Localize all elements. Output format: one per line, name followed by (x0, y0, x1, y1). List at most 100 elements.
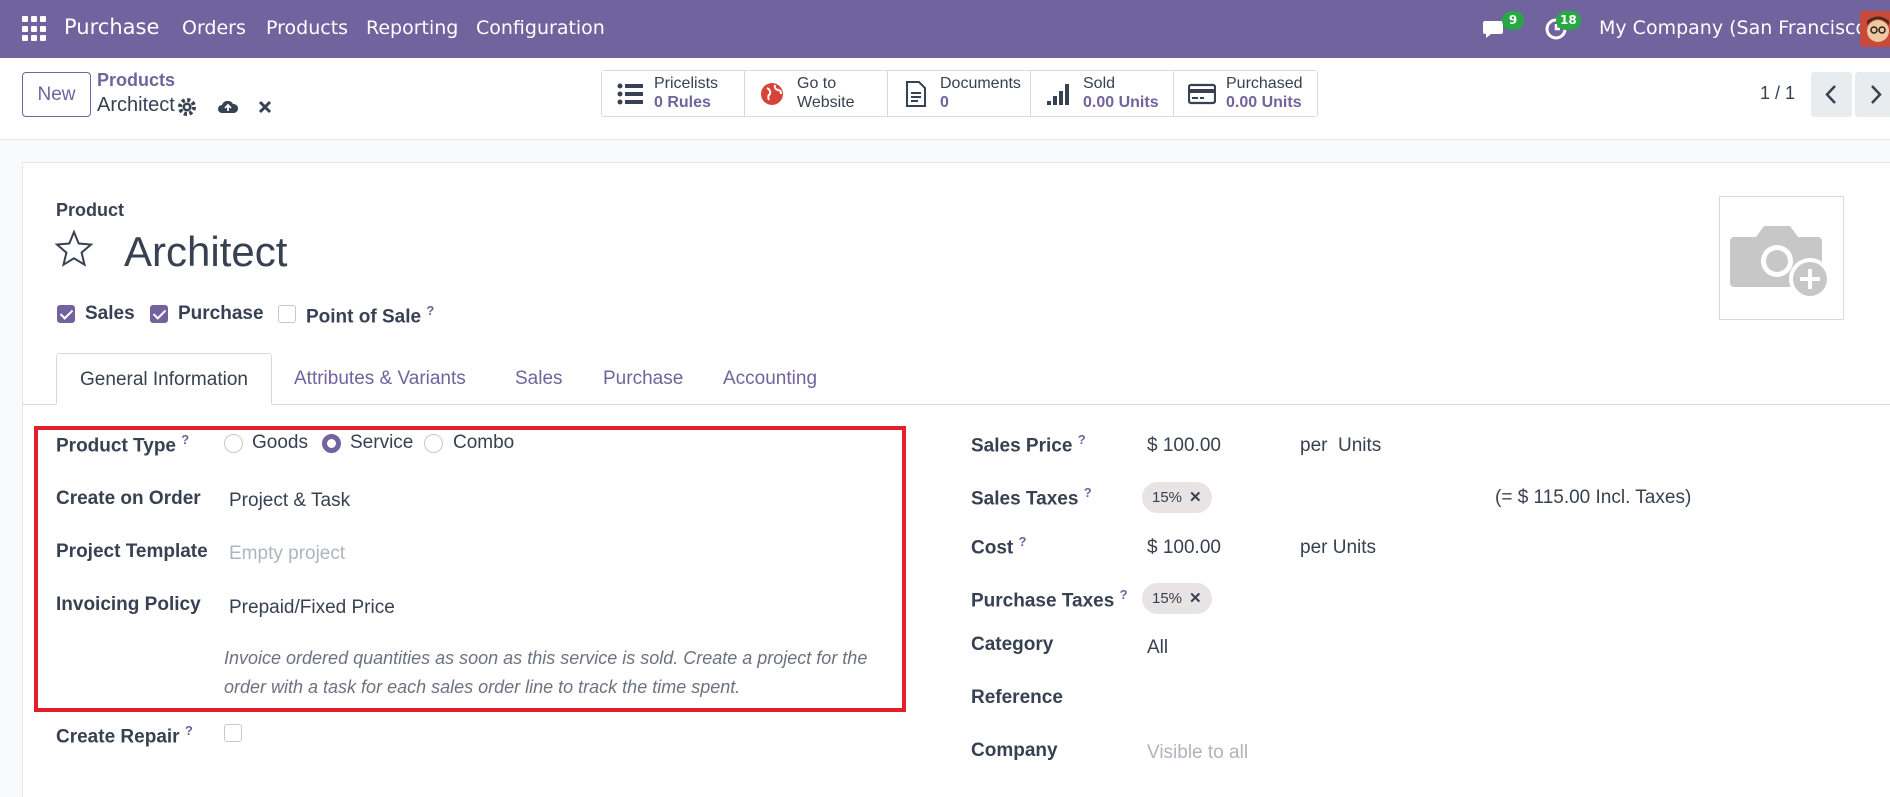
create-repair-checkbox[interactable] (224, 724, 242, 742)
product-type-goods-label: Goods (252, 432, 308, 453)
website-label: Go to (797, 75, 837, 92)
can-be-sold-label: Sales (85, 303, 135, 324)
invoicing-policy-label: Invoicing Policy (56, 594, 201, 615)
pager-previous-button[interactable] (1811, 72, 1852, 117)
purchase-taxes-label: Purchase Taxes ? (971, 587, 1128, 612)
menu-products[interactable]: Products (266, 17, 348, 39)
gear-icon[interactable] (176, 96, 198, 118)
reference-input[interactable] (1147, 689, 1447, 711)
point-of-sale-label: Point of Sale ? (306, 303, 435, 328)
tab-accounting[interactable]: Accounting (723, 368, 817, 390)
help-icon[interactable]: ? (185, 723, 193, 738)
reference-label: Reference (971, 687, 1063, 708)
sold-button[interactable]: Sold 0.00 Units (1031, 71, 1174, 116)
sales-price-label: Sales Price ? (971, 432, 1086, 457)
company-label: Company (971, 740, 1058, 761)
tab-purchase[interactable]: Purchase (603, 368, 683, 390)
help-icon[interactable]: ? (1078, 432, 1086, 447)
app-name[interactable]: Purchase (64, 15, 159, 39)
sales-taxes-incl-label: (= $ 115.00 Incl. Taxes) (1495, 487, 1692, 508)
company-switcher[interactable]: My Company (San Francisco) (1599, 17, 1874, 39)
product-type-service-label: Service (350, 432, 414, 453)
go-to-website-button[interactable]: Go to Website (745, 71, 888, 116)
product-heading-label: Product (56, 200, 125, 220)
product-image-upload[interactable] (1719, 196, 1844, 320)
create-on-order-select[interactable]: Project & Task (229, 490, 350, 512)
product-type-label: Product Type ? (56, 432, 190, 457)
sales-tax-tag[interactable]: 15% ✕ (1142, 482, 1212, 513)
top-navbar: Purchase Orders Products Reporting Confi… (0, 0, 1890, 58)
chevron-left-icon (1825, 85, 1836, 104)
product-type-service-radio[interactable] (322, 434, 341, 453)
document-icon (906, 81, 926, 107)
invoicing-policy-note: Invoice ordered quantities as soon as th… (224, 648, 868, 697)
help-icon[interactable]: ? (1120, 587, 1128, 602)
pager-value[interactable]: 1 / 1 (1760, 83, 1795, 104)
user-avatar[interactable] (1860, 11, 1890, 47)
point-of-sale-checkbox[interactable] (278, 305, 296, 323)
project-template-label: Project Template (56, 541, 208, 562)
smart-buttons: Pricelists 0 Rules Go to Website Documen… (601, 70, 1318, 117)
menu-reporting[interactable]: Reporting (366, 17, 458, 39)
tab-attributes-variants[interactable]: Attributes & Variants (294, 368, 466, 390)
chevron-right-icon (1871, 85, 1882, 104)
new-button[interactable]: New (22, 72, 91, 117)
can-be-purchased-checkbox[interactable] (150, 305, 168, 323)
discard-icon[interactable] (254, 96, 276, 118)
purchase-tax-tag[interactable]: 15% ✕ (1142, 583, 1212, 614)
website-label-2: Website (797, 94, 855, 111)
documents-button[interactable]: Documents 0 (888, 71, 1031, 116)
pricelists-button[interactable]: Pricelists 0 Rules (602, 71, 745, 116)
can-be-purchased-label: Purchase (178, 303, 264, 324)
product-name-field[interactable]: Architect (124, 228, 287, 276)
credit-card-icon (1188, 83, 1216, 105)
sales-taxes-label: Sales Taxes ? (971, 485, 1092, 510)
purchased-value: 0.00 Units (1226, 94, 1302, 111)
tab-general-information[interactable]: General Information (56, 353, 272, 405)
help-icon[interactable]: ? (1084, 485, 1092, 500)
pricelists-label: Pricelists (654, 75, 719, 92)
cloud-upload-icon[interactable] (217, 96, 239, 118)
create-repair-label: Create Repair ? (56, 723, 193, 748)
project-template-input[interactable]: Empty project (229, 543, 345, 565)
product-type-combo-radio[interactable] (424, 434, 443, 453)
purchased-button[interactable]: Purchased 0.00 Units (1174, 71, 1317, 116)
globe-icon (761, 83, 783, 105)
sold-value: 0.00 Units (1083, 94, 1159, 111)
category-label: Category (971, 634, 1054, 655)
favorite-star-icon[interactable] (54, 229, 94, 269)
can-be-sold-checkbox[interactable] (57, 305, 75, 323)
camera-add-icon (1730, 226, 1831, 300)
breadcrumb-products[interactable]: Products (97, 70, 175, 91)
breadcrumb-current: Architect (97, 94, 175, 116)
documents-count: 0 (940, 94, 949, 111)
product-type-goods-radio[interactable] (224, 434, 243, 453)
pricelists-count: 0 Rules (654, 94, 711, 111)
help-icon[interactable]: ? (426, 303, 434, 318)
tab-sales[interactable]: Sales (515, 368, 563, 390)
category-select[interactable]: All (1147, 637, 1168, 659)
company-select[interactable]: Visible to all (1147, 742, 1248, 764)
tabs-divider (22, 404, 1890, 405)
documents-label: Documents (940, 75, 1021, 92)
cost-unit: per Units (1300, 537, 1377, 558)
purchased-label: Purchased (1226, 75, 1303, 92)
sales-price-input[interactable]: $ 100.00 (1147, 435, 1221, 457)
pager-next-button[interactable] (1855, 72, 1890, 117)
remove-tag-icon[interactable]: ✕ (1189, 590, 1202, 607)
cost-label: Cost ? (971, 534, 1027, 559)
product-type-combo-label: Combo (453, 432, 515, 453)
app-grid-icon[interactable] (22, 16, 48, 42)
activities-badge: 18 (1556, 11, 1581, 30)
create-on-order-label: Create on Order (56, 488, 201, 509)
menu-configuration[interactable]: Configuration (476, 17, 605, 39)
sold-label: Sold (1083, 75, 1116, 92)
invoicing-policy-select[interactable]: Prepaid/Fixed Price (229, 597, 395, 619)
control-panel: New Products Architect Pricelists 0 Rule… (0, 58, 1890, 140)
remove-tag-icon[interactable]: ✕ (1189, 489, 1202, 506)
menu-orders[interactable]: Orders (182, 17, 246, 39)
help-icon[interactable]: ? (1019, 534, 1027, 549)
help-icon[interactable]: ? (181, 432, 189, 447)
cost-input[interactable]: $ 100.00 (1147, 537, 1221, 559)
bar-chart-icon (1047, 84, 1069, 105)
